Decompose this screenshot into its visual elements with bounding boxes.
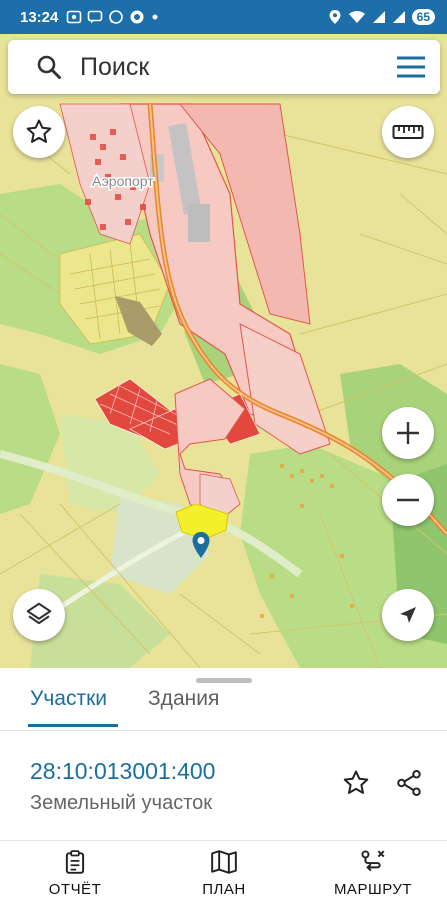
bottom-navigation: ОТЧЁТ ПЛАН МАРШРУТ	[0, 840, 447, 910]
plus-icon	[397, 422, 419, 444]
favorite-button[interactable]	[13, 106, 65, 158]
star-outline-icon[interactable]	[341, 768, 371, 798]
tab-buildings[interactable]: Здания	[148, 682, 219, 716]
signal-icon	[392, 11, 405, 23]
minus-icon	[397, 498, 419, 502]
tab-parcels[interactable]: Участки	[30, 682, 107, 716]
ruler-button[interactable]	[382, 106, 434, 158]
dot-icon	[152, 14, 158, 20]
share-icon[interactable]	[394, 768, 424, 798]
location-pin-icon[interactable]	[191, 531, 211, 559]
search-input[interactable]: Поиск	[80, 53, 396, 82]
navigation-arrow-icon	[400, 607, 416, 623]
app-root: 13:24 65 Аэропорт Поиск Участки Здания 2…	[0, 0, 447, 910]
status-bar: 13:24 65	[0, 0, 447, 34]
divider	[0, 730, 447, 731]
clipboard-icon	[65, 850, 85, 874]
tab-bar: Участки Здания	[0, 682, 447, 730]
gallery-icon	[67, 10, 82, 24]
star-outline-icon	[26, 119, 52, 143]
parcel-type: Земельный участок	[30, 792, 213, 814]
nav-plan-label: ПЛАН	[202, 881, 246, 898]
nav-plan[interactable]: ПЛАН	[164, 849, 284, 898]
zoom-out-button[interactable]	[382, 474, 434, 526]
menu-icon[interactable]	[396, 55, 426, 79]
location-icon	[329, 10, 341, 24]
map-canvas[interactable]: Аэропорт	[0, 34, 447, 668]
nav-report-label: ОТЧЁТ	[48, 881, 102, 898]
signal-icon	[372, 11, 385, 23]
map-icon	[211, 850, 237, 874]
map-place-label: Аэропорт	[92, 173, 154, 189]
nav-route-label: МАРШРУТ	[333, 881, 413, 898]
ruler-icon	[392, 125, 424, 139]
layers-button[interactable]	[13, 589, 65, 641]
layers-icon	[26, 602, 52, 625]
cadastral-number[interactable]: 28:10:013001:400	[30, 758, 215, 785]
nav-route[interactable]: МАРШРУТ	[313, 849, 433, 898]
search-bar[interactable]: Поиск	[8, 40, 440, 94]
whatsapp-icon	[109, 10, 124, 24]
status-time: 13:24	[20, 8, 59, 26]
zoom-in-button[interactable]	[382, 407, 434, 459]
active-tab-indicator	[28, 724, 118, 727]
route-icon	[361, 850, 385, 872]
chat-icon	[130, 10, 144, 24]
bottom-sheet: Участки Здания 28:10:013001:400 Земельны…	[0, 668, 447, 840]
messages-icon	[88, 10, 103, 24]
wifi-icon	[348, 10, 365, 23]
my-location-button[interactable]	[382, 589, 434, 641]
battery-icon: 65	[411, 9, 435, 25]
nav-report[interactable]: ОТЧЁТ	[15, 849, 135, 898]
map-view[interactable]: Аэропорт	[0, 34, 447, 668]
search-icon	[37, 55, 61, 79]
